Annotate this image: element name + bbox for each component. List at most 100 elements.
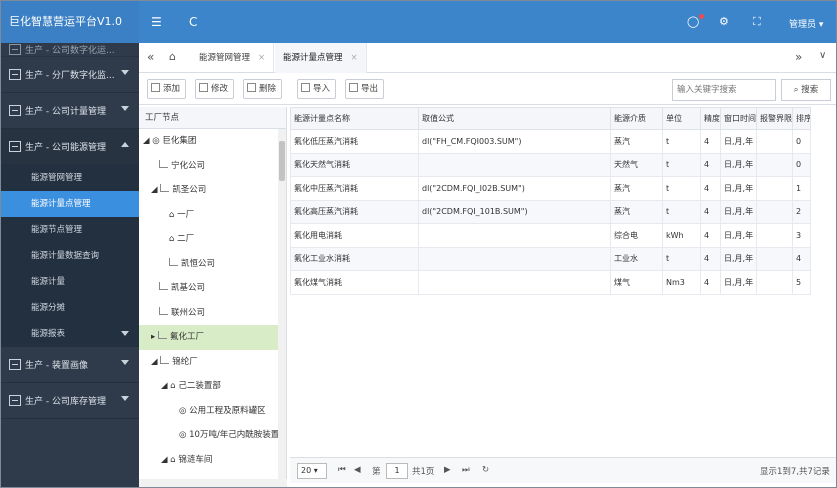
prev-page-icon[interactable]: ◀ xyxy=(354,465,361,475)
table-row[interactable]: 氟化天然气消耗 天然气 t 4 日,月,年 0 xyxy=(290,152,811,177)
close-icon[interactable]: × xyxy=(351,53,358,63)
app-title: 巨化智慧营运平台V1.0 xyxy=(1,1,139,43)
tree-node-selected[interactable]: ▸ 氟化工厂 xyxy=(139,325,286,350)
tree-node-label: 联州公司 xyxy=(171,307,206,318)
table-row[interactable]: 氟化用电消耗 综合电 kWh 4 日,月,年 3 xyxy=(290,223,811,248)
column-header[interactable]: 窗口时间 xyxy=(720,107,757,130)
tree-node[interactable]: ◢ ⌂ 己二装置部 xyxy=(139,374,286,399)
sub-item-reports[interactable]: 能源报表 xyxy=(1,321,139,347)
tree-node[interactable]: 凯恒公司 xyxy=(139,252,286,277)
tabs-next-icon[interactable]: » xyxy=(795,50,802,64)
delete-button[interactable]: 删除 xyxy=(243,79,283,99)
column-header[interactable]: 单位 xyxy=(662,107,701,130)
tab-metering-points[interactable]: 能源计量点管理 × xyxy=(275,43,367,73)
tree-node[interactable]: ◢ ⌂ 锦涟车间 xyxy=(139,448,286,473)
menu-toggle-icon[interactable]: ☰ xyxy=(151,15,162,29)
sub-item-metering-points[interactable]: 能源计量点管理 xyxy=(1,191,139,217)
bell-icon[interactable]: ◯ xyxy=(687,15,699,28)
tree-node-label: 己二装置部 xyxy=(178,381,221,391)
tree-horizontal-scrollbar[interactable] xyxy=(139,479,287,487)
refresh-icon[interactable]: C xyxy=(189,15,197,29)
edit-label: 修改 xyxy=(211,84,229,94)
tree-node[interactable]: ◎ 10万吨/年己内酰胺装置 xyxy=(139,423,286,448)
search-input[interactable] xyxy=(672,79,776,101)
nav-item-label: 生产 - 公司能源管理 xyxy=(25,143,106,153)
chevron-down-icon xyxy=(121,396,129,401)
table-row[interactable]: 氟化中压蒸汽消耗 dl("2CDM.FQI_I02B.SUM") 蒸汽 t 4 日,月,年… xyxy=(290,176,811,201)
next-page-icon[interactable]: ▶ xyxy=(444,465,451,475)
tree-node[interactable]: ⌂ 二厂 xyxy=(139,227,286,252)
fullscreen-icon[interactable]: ⛶ xyxy=(753,15,761,29)
scrollbar-thumb[interactable] xyxy=(279,141,285,181)
add-icon xyxy=(151,83,160,92)
list-icon xyxy=(9,105,21,116)
page-number-input[interactable]: 1 xyxy=(386,463,408,479)
tree-node[interactable]: 凯基公司 xyxy=(139,276,286,301)
search-button[interactable]: ⌕ 搜索 xyxy=(781,79,831,101)
search-label: 搜索 xyxy=(801,85,819,95)
table-cell: 氟化用电消耗 xyxy=(290,223,419,248)
table-row[interactable]: 氟化低压蒸汽消耗 dl("FH_CM.FQI003.SUM") 蒸汽 t 4 日,月,年 0 xyxy=(290,129,811,154)
expander-icon[interactable]: ◢ ◎ xyxy=(143,136,162,146)
sub-item-nodes[interactable]: 能源节点管理 xyxy=(1,217,139,243)
warehouse-icon xyxy=(9,395,21,406)
tree-node[interactable]: 联州公司 xyxy=(139,301,286,326)
notification-dot xyxy=(699,14,704,19)
nav-item-device-portrait[interactable]: 生产 - 装置画像 xyxy=(1,347,139,383)
nav-item-plant-digital[interactable]: 生产 - 分厂数字化监... xyxy=(1,57,139,93)
tree-node[interactable]: ◢ 凯圣公司 xyxy=(139,178,286,203)
module-icon xyxy=(9,44,21,55)
chevron-down-icon xyxy=(121,360,129,365)
import-button[interactable]: 导入 xyxy=(297,79,337,99)
nav-item-inventory[interactable]: 生产 - 公司库存管理 xyxy=(1,383,139,419)
tree-node[interactable]: 宁化公司 xyxy=(139,154,286,179)
sub-item-allocation[interactable]: 能源分摊 xyxy=(1,295,139,321)
column-header[interactable]: 取值公式 xyxy=(418,107,611,130)
settings-icon[interactable]: ⚙ xyxy=(719,15,729,28)
refresh-icon[interactable]: ↻ xyxy=(482,465,489,475)
expander-icon[interactable]: ▸ xyxy=(151,332,158,342)
sub-item-data-query[interactable]: 能源计量数据查询 xyxy=(1,243,139,269)
table-row[interactable]: 氟化工业水消耗 工业水 t 4 日,月,年 4 xyxy=(290,246,811,271)
tab-energy-network[interactable]: 能源管网管理 × xyxy=(191,43,275,73)
first-page-icon[interactable]: ⏮ xyxy=(338,465,346,475)
export-button[interactable]: 导出 xyxy=(345,79,385,99)
edit-button[interactable]: 修改 xyxy=(195,79,235,99)
column-header[interactable]: 能源介质 xyxy=(610,107,663,130)
tree-node[interactable]: ◎ 公用工程及原料罐区 xyxy=(139,399,286,424)
expander-icon[interactable]: ◢ xyxy=(151,185,160,195)
expander-icon[interactable]: ◢ ⌂ xyxy=(161,381,178,391)
close-icon[interactable]: × xyxy=(258,53,265,63)
user-menu[interactable]: 管理员 ▾ xyxy=(789,17,823,30)
table-row[interactable]: 氟化煤气消耗 煤气 Nm3 4 日,月,年 5 xyxy=(290,270,811,295)
nav-item-metering[interactable]: 生产 - 公司计量管理 xyxy=(1,93,139,129)
tree-node[interactable]: ⌂ 一厂 xyxy=(139,203,286,228)
column-header[interactable]: 排序 xyxy=(792,107,811,130)
expander-icon[interactable]: ◢ ⌂ xyxy=(161,455,178,465)
expander-icon[interactable]: ◢ xyxy=(151,357,160,367)
table-row[interactable]: 氟化高压蒸汽消耗 dl("2CDM.FQI_101B.SUM") 蒸汽 t 4 日,月,年… xyxy=(290,199,811,224)
table-cell: 2 xyxy=(792,199,811,224)
nav-item-digital-ops[interactable]: 生产 - 公司数字化运... xyxy=(1,43,139,57)
table-cell: 日,月,年 xyxy=(720,223,757,248)
nav-item-label: 生产 - 分厂数字化监... xyxy=(25,71,115,81)
column-header[interactable]: 能源计量点名称 xyxy=(290,107,419,130)
nav-item-energy[interactable]: 生产 - 公司能源管理 xyxy=(1,129,139,165)
column-header[interactable]: 精度 xyxy=(700,107,721,130)
page-size-select[interactable]: 20 ▾ xyxy=(297,463,327,479)
table-cell xyxy=(418,246,611,271)
add-button[interactable]: 添加 xyxy=(147,79,187,99)
tree-node[interactable]: ◢ 锦纶厂 xyxy=(139,350,286,375)
home-icon[interactable]: ⌂ xyxy=(169,50,176,63)
last-page-icon[interactable]: ⏭ xyxy=(462,465,470,475)
tabs-prev-icon[interactable]: « xyxy=(147,50,154,64)
sub-item-metering[interactable]: 能源计量 xyxy=(1,269,139,295)
sub-item-network[interactable]: 能源管网管理 xyxy=(1,165,139,191)
table-cell: 氟化煤气消耗 xyxy=(290,270,419,295)
table-cell: 4 xyxy=(700,246,721,271)
tree-scrollbar[interactable] xyxy=(278,129,286,487)
chevron-down-icon[interactable]: ∨ xyxy=(819,50,826,61)
tree-node[interactable]: ◢ ◎ 巨化集团 xyxy=(139,129,286,154)
table-cell: kWh xyxy=(662,223,701,248)
column-header[interactable]: 报警界限 xyxy=(756,107,793,130)
